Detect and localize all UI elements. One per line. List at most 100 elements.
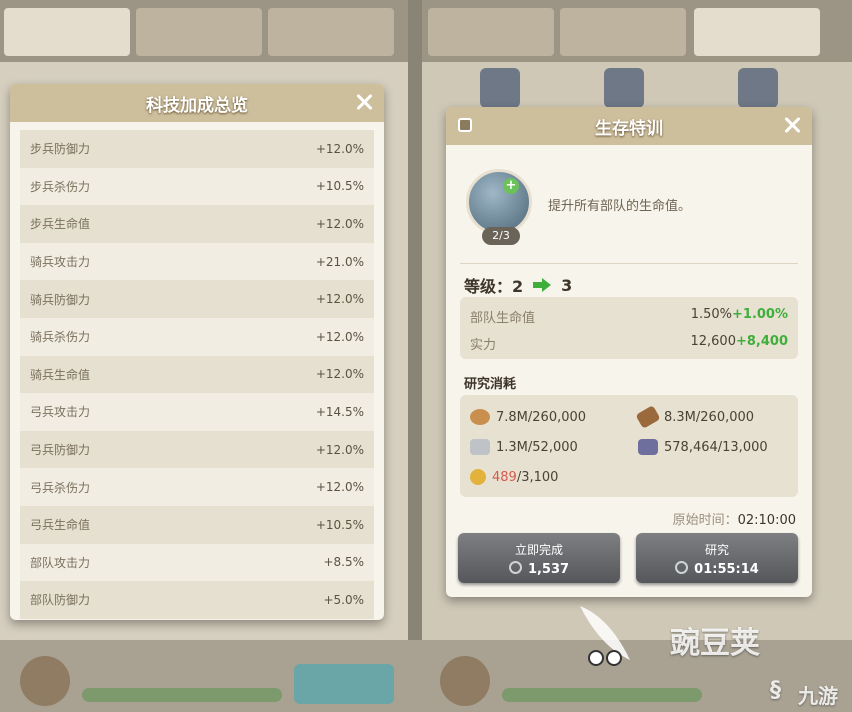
- bg-tab: [4, 8, 130, 56]
- bonus-row: 骑兵生命值 +12.0%: [20, 355, 374, 394]
- plus-icon: +: [503, 178, 519, 194]
- tech-bonus-panel: 科技加成总览 步兵防御力 +12.0% 步兵杀伤力 +10.5% 步兵生命值 +12.0%…: [10, 84, 384, 620]
- info-icon[interactable]: [458, 118, 472, 132]
- bonus-value: +12.0%: [315, 141, 364, 156]
- close-icon[interactable]: [354, 92, 374, 112]
- bonus-label: 部队攻击力: [30, 555, 91, 570]
- bg-progress: [502, 688, 702, 702]
- bonus-value: +12.0%: [315, 480, 364, 495]
- bonus-label: 步兵生命值: [30, 217, 91, 232]
- time-value: 02:10:00: [737, 513, 796, 528]
- bonus-label: 弓兵防御力: [30, 443, 91, 458]
- bonus-label: 骑兵攻击力: [30, 255, 91, 270]
- stat-increase: +1.00%: [732, 307, 788, 322]
- food-icon: [470, 409, 490, 425]
- bonus-label: 弓兵杀伤力: [30, 480, 91, 495]
- research-button[interactable]: 研究 01:55:14: [636, 533, 798, 583]
- bonus-value: +5.0%: [323, 592, 364, 607]
- bg-avatar: [20, 656, 70, 706]
- bg-thumbnail: [604, 68, 644, 108]
- bonus-row: 弓兵杀伤力 +12.0%: [20, 468, 374, 506]
- time-label: 原始时间：: [672, 513, 738, 528]
- watermark-text: 豌豆荚: [670, 626, 760, 661]
- panel-title: 科技加成总览: [146, 95, 248, 115]
- level-upgrade: 等级：2 3: [464, 273, 572, 297]
- original-time: 原始时间：02:10:00: [673, 509, 796, 528]
- watermark-logo-icon: [580, 606, 630, 666]
- gold-coin-icon: [470, 469, 486, 485]
- bonus-value: +14.5%: [315, 404, 364, 419]
- stat-value: 1.50%: [690, 307, 732, 322]
- bg-tab: [136, 8, 262, 56]
- divider: [460, 263, 798, 264]
- bonus-row: 部队防御力 +5.0%: [20, 581, 374, 619]
- panel-title: 生存特训: [595, 118, 663, 138]
- stone-icon: [470, 439, 490, 455]
- cost-have: 489: [492, 469, 517, 485]
- bonus-label: 骑兵防御力: [30, 292, 91, 307]
- bonus-label: 骑兵杀伤力: [30, 330, 91, 345]
- bg-tab: [694, 8, 820, 56]
- button-cost: 1,537: [458, 561, 620, 577]
- bg-thumbnail: [738, 68, 778, 108]
- tech-bonus-header: 科技加成总览: [10, 84, 384, 122]
- bonus-value: +12.0%: [315, 329, 364, 344]
- button-time: 01:55:14: [636, 561, 798, 577]
- skill-portrait: +: [466, 169, 532, 235]
- bg-tab: [268, 8, 394, 56]
- bonus-row: 步兵防御力 +12.0%: [20, 130, 374, 168]
- bonus-value: +21.0%: [315, 254, 364, 269]
- cost-value: 1.3M/52,000: [496, 439, 578, 455]
- bonus-row: 弓兵防御力 +12.0%: [20, 430, 374, 469]
- bonus-row: 部队攻击力 +8.5%: [20, 543, 374, 582]
- arrow-right-icon: [533, 278, 552, 292]
- cost-need: /3,100: [516, 469, 559, 485]
- bg-divider: [408, 0, 422, 712]
- bonus-value: +10.5%: [315, 517, 364, 532]
- button-label: 研究: [704, 543, 729, 557]
- cost-title: 研究消耗: [464, 377, 517, 392]
- bonus-value: +12.0%: [315, 216, 364, 231]
- cost-value: 578,464/13,000: [664, 439, 768, 455]
- cost-gold: 489/3,100: [470, 469, 558, 485]
- bg-button: [294, 664, 394, 704]
- instant-complete-button[interactable]: 立即完成 1,537: [458, 533, 620, 583]
- bg-thumbnail: [480, 68, 520, 108]
- stat-label: 部队生命值: [470, 311, 536, 326]
- button-label: 立即完成: [514, 543, 563, 557]
- bonus-label: 骑兵生命值: [30, 367, 91, 382]
- cost-ore: 578,464/13,000: [638, 439, 768, 455]
- bonus-value: +12.0%: [315, 442, 364, 457]
- tech-detail-panel: 生存特训 + 2/3 提升所有部队的生命值。 等级：2 3 部队生命值 1.50…: [446, 107, 812, 597]
- cost-box: 7.8M/260,000 8.3M/260,000 1.3M/52,000 57…: [460, 395, 798, 497]
- bonus-label: 步兵防御力: [30, 142, 91, 157]
- stat-value: 12,600: [690, 334, 736, 349]
- close-icon[interactable]: [782, 115, 802, 135]
- bg-progress: [82, 688, 282, 702]
- level-to: 3: [561, 275, 573, 295]
- bonus-row: 弓兵攻击力 +14.5%: [20, 393, 374, 431]
- bonus-label: 部队防御力: [30, 593, 91, 608]
- stat-label: 实力: [470, 338, 497, 353]
- level-from: 2: [512, 277, 524, 296]
- stat-row: 部队生命值 1.50%+1.00%: [470, 307, 788, 326]
- stat-box: 部队生命值 1.50%+1.00% 实力 12,600+8,400: [460, 297, 798, 359]
- bonus-row: 骑兵防御力 +12.0%: [20, 280, 374, 318]
- cost-wood: 8.3M/260,000: [635, 405, 754, 429]
- bonus-row: 骑兵攻击力 +21.0%: [20, 242, 374, 281]
- bonus-row: 步兵生命值 +12.0%: [20, 205, 374, 243]
- stat-increase: +8,400: [735, 334, 788, 349]
- bonus-row: 弓兵生命值 +10.5%: [20, 505, 374, 544]
- bonus-label: 弓兵生命值: [30, 518, 91, 533]
- nine-game-logo-icon: §: [770, 678, 781, 703]
- bonus-value: +8.5%: [323, 555, 364, 570]
- cost-stone: 1.3M/52,000: [470, 439, 578, 455]
- bonus-list: 步兵防御力 +12.0% 步兵杀伤力 +10.5% 步兵生命值 +12.0% 骑兵攻击力 +2…: [20, 130, 374, 619]
- ore-icon: [638, 439, 658, 455]
- cost-food: 7.8M/260,000: [470, 409, 586, 425]
- level-label: 等级：: [464, 277, 513, 296]
- bonus-row: 步兵杀伤力 +10.5%: [20, 167, 374, 206]
- stat-row: 实力 12,600+8,400: [470, 334, 788, 353]
- bg-tab: [560, 8, 686, 56]
- bg-tab: [428, 8, 554, 56]
